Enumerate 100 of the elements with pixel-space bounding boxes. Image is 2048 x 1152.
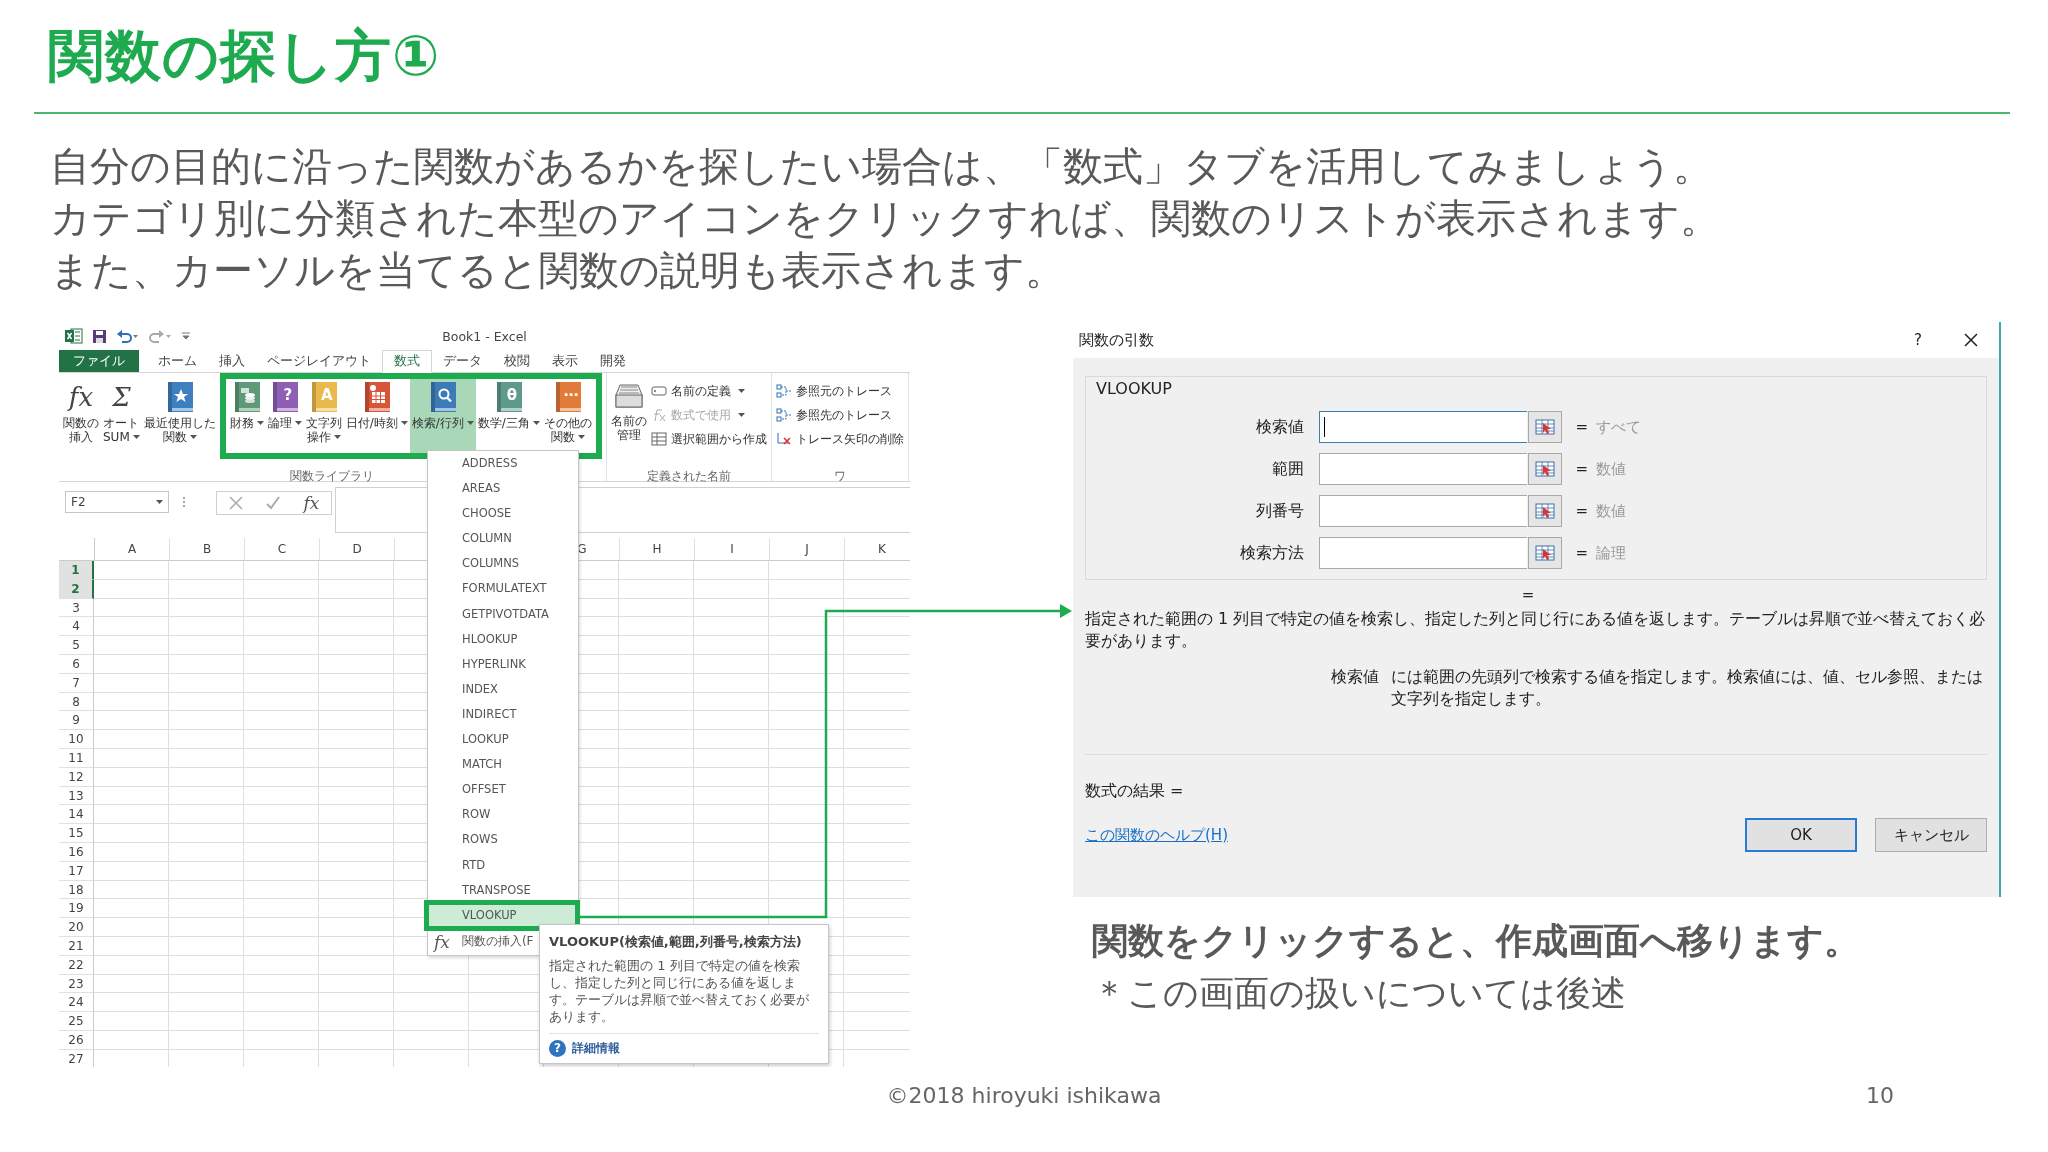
menu-item[interactable]: HLOOKUP <box>428 626 578 652</box>
row-header: 19 <box>59 899 94 919</box>
column-header: B <box>170 538 245 560</box>
window-title: Book1 - Excel <box>442 329 527 344</box>
help-icon: ? <box>549 1040 566 1057</box>
row-header: 9 <box>59 711 94 731</box>
range-select-button[interactable] <box>1528 537 1562 569</box>
ribbon-button[interactable]: 最近使用した 関数 <box>141 379 218 453</box>
ribbon-item[interactable]: 参照先のトレース <box>775 405 904 425</box>
ribbon-tab[interactable]: 挿入 <box>208 350 256 372</box>
menu-item[interactable]: HYPERLINK <box>428 651 578 677</box>
ribbon-button[interactable]: 検索/行列 <box>409 379 476 453</box>
range-select-button[interactable] <box>1528 411 1562 443</box>
ribbon-tab[interactable]: 表示 <box>541 350 589 372</box>
argument-label: 列番号 <box>1255 500 1305 522</box>
group-label: 関数ライブラリ <box>290 469 375 483</box>
argument-field[interactable] <box>1319 411 1527 443</box>
range-select-button[interactable] <box>1528 453 1562 485</box>
insert-function-button[interactable]: fx <box>303 493 320 513</box>
trace-arrows-icon <box>775 408 792 422</box>
argument-type: すべて <box>1596 417 1642 437</box>
ribbon-tab[interactable]: 数式 <box>382 350 432 373</box>
close-icon[interactable] <box>1963 332 1979 348</box>
menu-item[interactable]: RTD <box>428 852 578 878</box>
menu-item[interactable]: ADDRESS <box>428 451 578 477</box>
menu-item[interactable]: INDIRECT <box>428 701 578 728</box>
ribbon-button[interactable]: ? 論理 <box>265 379 304 453</box>
menu-item[interactable]: ROW <box>428 802 578 828</box>
tag-icon <box>650 384 667 398</box>
menu-item[interactable]: FORMULATEXT <box>428 576 578 602</box>
row-header: 24 <box>59 993 94 1013</box>
check-icon[interactable] <box>266 496 281 510</box>
argument-description: には範囲の先頭列で検索する値を指定します。検索値には、値、セル参照、または文字列を指定します。 <box>1390 666 1984 710</box>
argument-field[interactable] <box>1319 495 1527 527</box>
ribbon-button[interactable]: θ 数学/三角 <box>475 379 542 453</box>
ribbon-button[interactable]: A 文字列 操作 <box>303 379 344 453</box>
more-icon <box>182 496 186 508</box>
help-button[interactable]: ? <box>1907 331 1929 349</box>
column-header: A <box>95 538 170 560</box>
menu-item[interactable]: MATCH <box>428 752 578 778</box>
menu-item[interactable]: GETPIVOTDATA <box>428 601 578 627</box>
menu-item[interactable]: INDEX <box>428 676 578 702</box>
argument-name: 検索値 <box>1330 666 1379 688</box>
equals-sign: = <box>1574 502 1589 520</box>
menu-item[interactable]: AREAS <box>428 476 578 502</box>
row-header: 1 <box>59 561 94 580</box>
row-header: 25 <box>59 1012 94 1031</box>
cell-range-icon <box>1535 503 1555 519</box>
ribbon-item[interactable]: 参照元のトレース <box>775 381 904 401</box>
column-header: H <box>620 538 695 560</box>
ribbon-item[interactable]: 選択範囲から作成 <box>650 429 767 449</box>
slide-title: 関数の探し方① <box>47 22 442 90</box>
undo-icon[interactable] <box>116 329 140 343</box>
ribbon-button[interactable]: ⋯ その他の 関数 <box>541 379 594 453</box>
customize-icon[interactable] <box>182 332 190 340</box>
argument-field[interactable] <box>1319 453 1527 485</box>
ribbon-item[interactable]: 名前の定義 <box>650 381 767 401</box>
ribbon-tab[interactable]: 校閲 <box>493 350 541 372</box>
save-icon[interactable] <box>92 328 107 344</box>
menu-item[interactable]: CHOOSE <box>428 501 578 527</box>
cell-range-icon <box>1535 545 1555 561</box>
name-box[interactable]: F2 <box>65 491 169 513</box>
function-icon: Σ <box>112 381 131 413</box>
ribbon-tab[interactable]: ファイル <box>59 350 139 372</box>
help-link[interactable]: この関数のヘルプ(H) <box>1085 825 1727 845</box>
menu-item[interactable]: OFFSET <box>428 777 578 803</box>
ribbon-tab[interactable]: データ <box>432 350 493 372</box>
function-description: 指定された範囲の 1 列目で特定の値を検索し、指定した列と同じ行にある値を返します。テーブルは昇順で並べ替えておく必要があります。 <box>1084 608 1987 652</box>
dialog-button[interactable]: OK <box>1745 818 1857 852</box>
row-header: 10 <box>59 730 94 749</box>
ribbon-button[interactable]: Σ オート SUM <box>101 379 142 453</box>
dialog-button[interactable]: キャンセル <box>1875 818 1987 852</box>
ribbon-button[interactable]: 日付/時刻 <box>343 379 410 453</box>
trace-arrows-icon <box>775 384 792 398</box>
ribbon-button[interactable]: 名前の 管理 <box>608 379 649 453</box>
trace-remove-icon <box>775 432 792 446</box>
column-header: D <box>320 538 395 560</box>
ribbon-tab[interactable]: ページレイアウト <box>256 350 382 372</box>
menu-item[interactable]: TRANSPOSE <box>428 877 578 903</box>
card-box-icon <box>612 381 645 411</box>
row-header: 5 <box>59 636 94 655</box>
ribbon-button[interactable]: fx 関数の 挿入 <box>61 379 101 453</box>
ribbon-tab[interactable]: ホーム <box>147 350 208 372</box>
body-text: 自分の目的に沿った関数があるかを探したい場合は、「数式」タブを活用してみましょう。 <box>50 142 1714 191</box>
row-header: 14 <box>59 805 94 825</box>
range-select-button[interactable] <box>1528 495 1562 527</box>
ribbon-button[interactable]: 財務 <box>227 379 266 453</box>
column-header: C <box>245 538 320 560</box>
dialog-title: 関数の引数 <box>1079 330 1155 350</box>
menu-item[interactable]: LOOKUP <box>428 727 578 753</box>
more-info-link[interactable]: 詳細情報 <box>572 1040 620 1057</box>
ribbon-item[interactable]: トレース矢印の削除 <box>775 429 904 449</box>
argument-field[interactable] <box>1319 537 1527 569</box>
cell-range-icon <box>1535 419 1555 435</box>
ribbon-tab[interactable]: 開発 <box>589 350 637 372</box>
caption-text: ＊この画面の扱いについては後述 <box>1092 972 1627 1015</box>
row-header: 15 <box>59 824 94 843</box>
menu-item[interactable]: ROWS <box>428 827 578 853</box>
cancel-icon[interactable] <box>228 496 243 510</box>
redo-icon[interactable] <box>149 329 173 343</box>
